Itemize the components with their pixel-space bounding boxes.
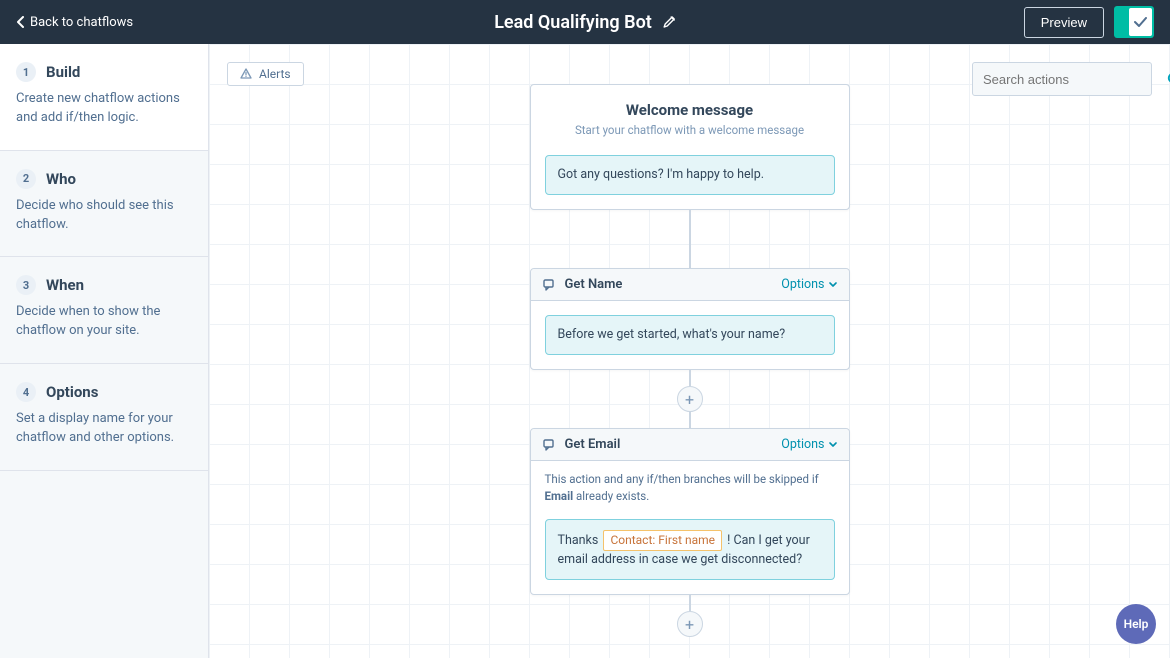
header-title-group: Lead Qualifying Bot xyxy=(494,12,676,33)
step-desc: Create new chatflow actions and add if/t… xyxy=(16,90,192,128)
connector-line xyxy=(689,412,691,428)
add-step-button[interactable]: + xyxy=(677,611,703,637)
step-title: Options xyxy=(46,383,98,401)
card-title: Welcome message xyxy=(545,101,835,119)
header-actions: Preview xyxy=(1024,6,1154,38)
steps-sidebar: 1 Build Create new chatflow actions and … xyxy=(0,44,209,658)
step-desc: Set a display name for your chatflow and… xyxy=(16,410,192,448)
get-email-bubble: Thanks Contact: First name ! Can I get y… xyxy=(545,519,835,581)
step-when[interactable]: 3 When Decide when to show the chatflow … xyxy=(0,257,208,364)
welcome-message-card[interactable]: Welcome message Start your chatflow with… xyxy=(530,84,850,210)
connector-line xyxy=(689,210,691,268)
chevron-left-icon xyxy=(16,16,24,28)
step-desc: Decide who should see this chatflow. xyxy=(16,197,192,235)
card-title: Get Email xyxy=(565,437,621,452)
get-name-bubble: Before we get started, what's your name? xyxy=(545,315,835,355)
options-label: Options xyxy=(781,277,824,292)
plus-icon: + xyxy=(685,390,694,409)
check-icon xyxy=(1129,8,1152,36)
step-who[interactable]: 2 Who Decide who should see this chatflo… xyxy=(0,151,208,258)
back-to-chatflows-link[interactable]: Back to chatflows xyxy=(16,15,133,30)
card-options-menu[interactable]: Options xyxy=(781,277,836,292)
options-label: Options xyxy=(781,437,824,452)
card-title: Get Name xyxy=(565,277,623,292)
get-email-card[interactable]: Get Email Options This action and any if… xyxy=(530,428,850,595)
caret-down-icon xyxy=(829,442,837,447)
edit-title-icon[interactable] xyxy=(662,15,676,29)
skip-note: This action and any if/then branches wil… xyxy=(531,461,849,504)
connector-line xyxy=(689,370,691,386)
card-subtitle: Start your chatflow with a welcome messa… xyxy=(545,123,835,137)
add-step-button[interactable]: + xyxy=(677,386,703,412)
step-build[interactable]: 1 Build Create new chatflow actions and … xyxy=(0,44,208,151)
chat-icon xyxy=(543,279,557,291)
contact-first-name-token[interactable]: Contact: First name xyxy=(603,530,722,551)
get-name-card[interactable]: Get Name Options Before we get started, … xyxy=(530,268,850,370)
confirm-button[interactable] xyxy=(1114,6,1154,38)
search-actions-field[interactable] xyxy=(972,62,1152,96)
step-number: 4 xyxy=(16,382,36,402)
step-options[interactable]: 4 Options Set a display name for your ch… xyxy=(0,364,208,471)
step-title: Who xyxy=(46,170,76,188)
alerts-button[interactable]: Alerts xyxy=(227,62,304,86)
search-input[interactable] xyxy=(983,72,1159,87)
welcome-bubble: Got any questions? I'm happy to help. xyxy=(545,155,835,195)
plus-icon: + xyxy=(685,615,694,634)
step-title: Build xyxy=(46,63,80,81)
flow-column: Welcome message Start your chatflow with… xyxy=(530,84,850,637)
back-label: Back to chatflows xyxy=(30,15,133,30)
card-options-menu[interactable]: Options xyxy=(781,437,836,452)
step-desc: Decide when to show the chatflow on your… xyxy=(16,303,192,341)
step-number: 3 xyxy=(16,275,36,295)
app-header: Back to chatflows Lead Qualifying Bot Pr… xyxy=(0,0,1170,44)
step-number: 1 xyxy=(16,62,36,82)
help-button[interactable]: Help xyxy=(1116,604,1156,644)
alert-icon xyxy=(240,68,252,80)
page-title: Lead Qualifying Bot xyxy=(494,12,652,33)
chat-icon xyxy=(543,439,557,451)
preview-button[interactable]: Preview xyxy=(1024,7,1104,38)
flow-canvas[interactable]: Alerts Welcome message Start your chatfl… xyxy=(209,44,1170,658)
caret-down-icon xyxy=(829,282,837,287)
alerts-label: Alerts xyxy=(259,67,291,81)
connector-line xyxy=(689,595,691,611)
step-number: 2 xyxy=(16,169,36,189)
step-title: When xyxy=(46,276,84,294)
